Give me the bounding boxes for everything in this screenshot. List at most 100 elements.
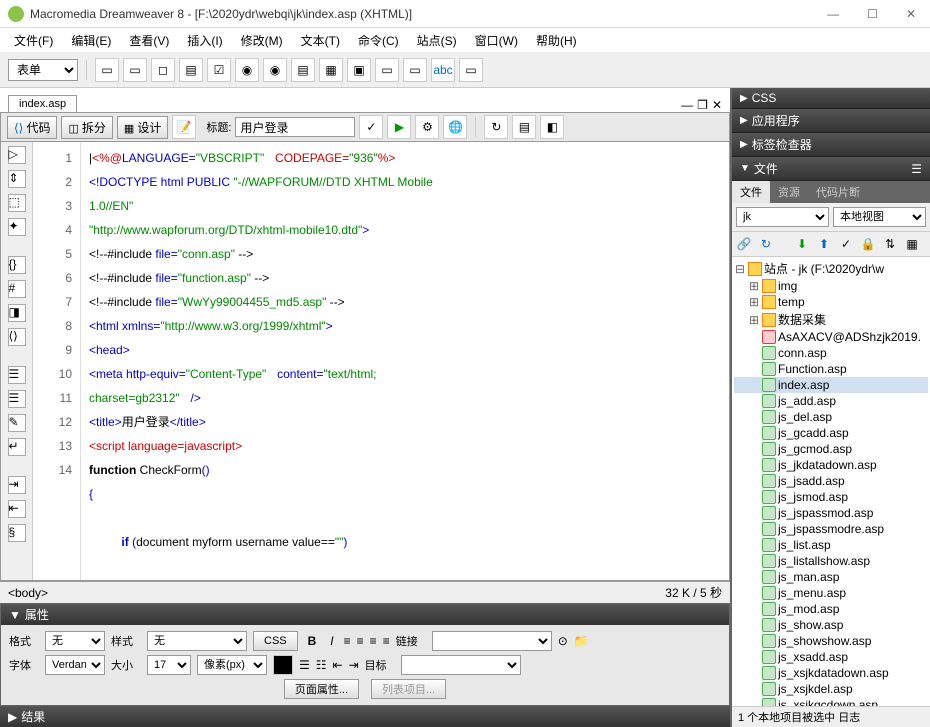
checkin-icon[interactable]: 🔒: [860, 236, 876, 252]
align-right-icon[interactable]: ≡: [370, 634, 377, 648]
tree-file[interactable]: js_man.asp: [734, 569, 928, 585]
site-dropdown[interactable]: jk: [736, 207, 829, 227]
check-icon[interactable]: ▶: [387, 115, 411, 139]
section-tag[interactable]: ▶标签检查器: [732, 133, 930, 157]
tree-file[interactable]: js_jsadd.asp: [734, 473, 928, 489]
view-split-button[interactable]: ◫ 拆分: [61, 116, 112, 139]
preview-icon[interactable]: 🌐: [443, 115, 467, 139]
point-to-file-icon[interactable]: ⊙: [558, 634, 568, 648]
tree-file[interactable]: js_jkdatadown.asp: [734, 457, 928, 473]
section-app[interactable]: ▶应用程序: [732, 109, 930, 133]
menu-view[interactable]: 查看(V): [121, 30, 177, 51]
list-items-button[interactable]: 列表项目...: [371, 679, 446, 699]
panel-menu-icon[interactable]: ☰: [911, 162, 922, 176]
gutter-remove-icon[interactable]: ☰: [8, 390, 26, 408]
gutter-outdent-icon[interactable]: ⇤: [8, 500, 26, 518]
doc-minimize-icon[interactable]: —: [681, 98, 693, 112]
gutter-select-icon[interactable]: ✦: [8, 218, 26, 236]
expand-icon[interactable]: ▦: [904, 236, 920, 252]
gutter-balance-icon[interactable]: {}: [8, 256, 26, 274]
menu-site[interactable]: 站点(S): [409, 30, 465, 51]
gutter-recent-icon[interactable]: ✎: [8, 414, 26, 432]
view-dropdown[interactable]: 本地视图: [833, 207, 926, 227]
menu-modify[interactable]: 修改(M): [233, 30, 291, 51]
results-header[interactable]: ▶ 结果: [0, 706, 730, 727]
view-code-button[interactable]: ⟨⟩ 代码: [7, 116, 57, 139]
list-ul-icon[interactable]: ☰: [299, 658, 310, 672]
gutter-collapse-icon[interactable]: ⇕: [8, 170, 26, 188]
tree-folder[interactable]: ⊞ 数据采集: [734, 310, 928, 329]
tool-fieldset-icon[interactable]: ▭: [459, 58, 483, 82]
tree-root[interactable]: ⊟ 站点 - jk (F:\2020ydr\w: [734, 259, 928, 278]
tool-form-icon[interactable]: ▭: [95, 58, 119, 82]
tool-radiogroup-icon[interactable]: ◉: [263, 58, 287, 82]
tool-radio-icon[interactable]: ◉: [235, 58, 259, 82]
tree-file[interactable]: js_gcadd.asp: [734, 425, 928, 441]
gutter-apply-icon[interactable]: ☰: [8, 366, 26, 384]
tree-folder[interactable]: ⊞ temp: [734, 294, 928, 310]
tree-file[interactable]: js_xsjkgcdown.asp: [734, 697, 928, 706]
doc-close-icon[interactable]: ✕: [712, 98, 722, 112]
tab-files[interactable]: 文件: [732, 181, 770, 203]
css-button[interactable]: CSS: [253, 631, 298, 651]
tree-file[interactable]: js_xsjkdel.asp: [734, 681, 928, 697]
tree-file[interactable]: js_add.asp: [734, 393, 928, 409]
tree-file[interactable]: js_show.asp: [734, 617, 928, 633]
tag-selector[interactable]: <body>: [8, 586, 48, 600]
tree-file[interactable]: js_xsadd.asp: [734, 649, 928, 665]
minimize-button[interactable]: —: [821, 5, 845, 23]
tree-file[interactable]: js_showshow.asp: [734, 633, 928, 649]
refresh-files-icon[interactable]: ↻: [758, 236, 774, 252]
menu-window[interactable]: 窗口(W): [467, 30, 526, 51]
gutter-format-icon[interactable]: §: [8, 524, 26, 542]
doc-restore-icon[interactable]: ❐: [697, 98, 708, 112]
indent-left-icon[interactable]: ⇤: [333, 658, 343, 672]
menu-help[interactable]: 帮助(H): [528, 30, 585, 51]
tree-file[interactable]: js_jsmod.asp: [734, 489, 928, 505]
tree-folder[interactable]: ⊞ img: [734, 278, 928, 294]
section-files[interactable]: ▼文件☰: [732, 157, 930, 181]
checkout-icon[interactable]: ✓: [838, 236, 854, 252]
tool-textarea-icon[interactable]: ▤: [179, 58, 203, 82]
style-select[interactable]: 无: [147, 631, 247, 651]
tool-list-icon[interactable]: ▤: [291, 58, 315, 82]
italic-button[interactable]: I: [326, 634, 337, 648]
get-icon[interactable]: ⬇: [794, 236, 810, 252]
menu-edit[interactable]: 编辑(E): [63, 30, 119, 51]
tree-file[interactable]: Function.asp: [734, 361, 928, 377]
tool-hidden-icon[interactable]: ◻: [151, 58, 175, 82]
refresh-icon[interactable]: ↻: [484, 115, 508, 139]
tool-imagefield-icon[interactable]: ▣: [347, 58, 371, 82]
tree-file[interactable]: js_jspassmodre.asp: [734, 521, 928, 537]
file-tree[interactable]: ⊟ 站点 - jk (F:\2020ydr\w⊞ img⊞ temp⊞ 数据采集…: [732, 257, 930, 706]
gutter-highlight-icon[interactable]: ◨: [8, 304, 26, 322]
title-input[interactable]: [235, 117, 355, 137]
menu-file[interactable]: 文件(F): [6, 30, 61, 51]
format-select[interactable]: 无: [45, 631, 105, 651]
options-icon[interactable]: ⚙: [415, 115, 439, 139]
connect-icon[interactable]: 🔗: [736, 236, 752, 252]
browse-folder-icon[interactable]: 📁: [574, 634, 589, 648]
tab-snippets[interactable]: 代码片断: [808, 181, 868, 203]
put-icon[interactable]: ⬆: [816, 236, 832, 252]
gutter-open-icon[interactable]: ▷: [8, 146, 26, 164]
tool-filefield-icon[interactable]: ▭: [375, 58, 399, 82]
tree-file[interactable]: js_listallshow.asp: [734, 553, 928, 569]
gutter-indent-icon[interactable]: ⇥: [8, 476, 26, 494]
target-select[interactable]: [401, 655, 521, 675]
tool-jumpmenu-icon[interactable]: ▦: [319, 58, 343, 82]
gutter-linenum-icon[interactable]: #: [8, 280, 26, 298]
tree-file[interactable]: js_mod.asp: [734, 601, 928, 617]
tab-assets[interactable]: 资源: [770, 181, 808, 203]
menu-text[interactable]: 文本(T): [293, 30, 348, 51]
align-justify-icon[interactable]: ≡: [383, 634, 390, 648]
align-center-icon[interactable]: ≡: [357, 634, 364, 648]
align-left-icon[interactable]: ≡: [344, 634, 351, 648]
properties-header[interactable]: ▼ 属性: [1, 604, 729, 625]
gutter-expand-icon[interactable]: ⬚: [8, 194, 26, 212]
link-select[interactable]: [432, 631, 552, 651]
category-dropdown[interactable]: 表单: [8, 59, 78, 81]
code-content[interactable]: |<%@LANGUAGE="VBSCRIPT" CODEPAGE="936"%>…: [81, 142, 729, 580]
tree-file[interactable]: js_menu.asp: [734, 585, 928, 601]
visual-aids-icon[interactable]: ◧: [540, 115, 564, 139]
